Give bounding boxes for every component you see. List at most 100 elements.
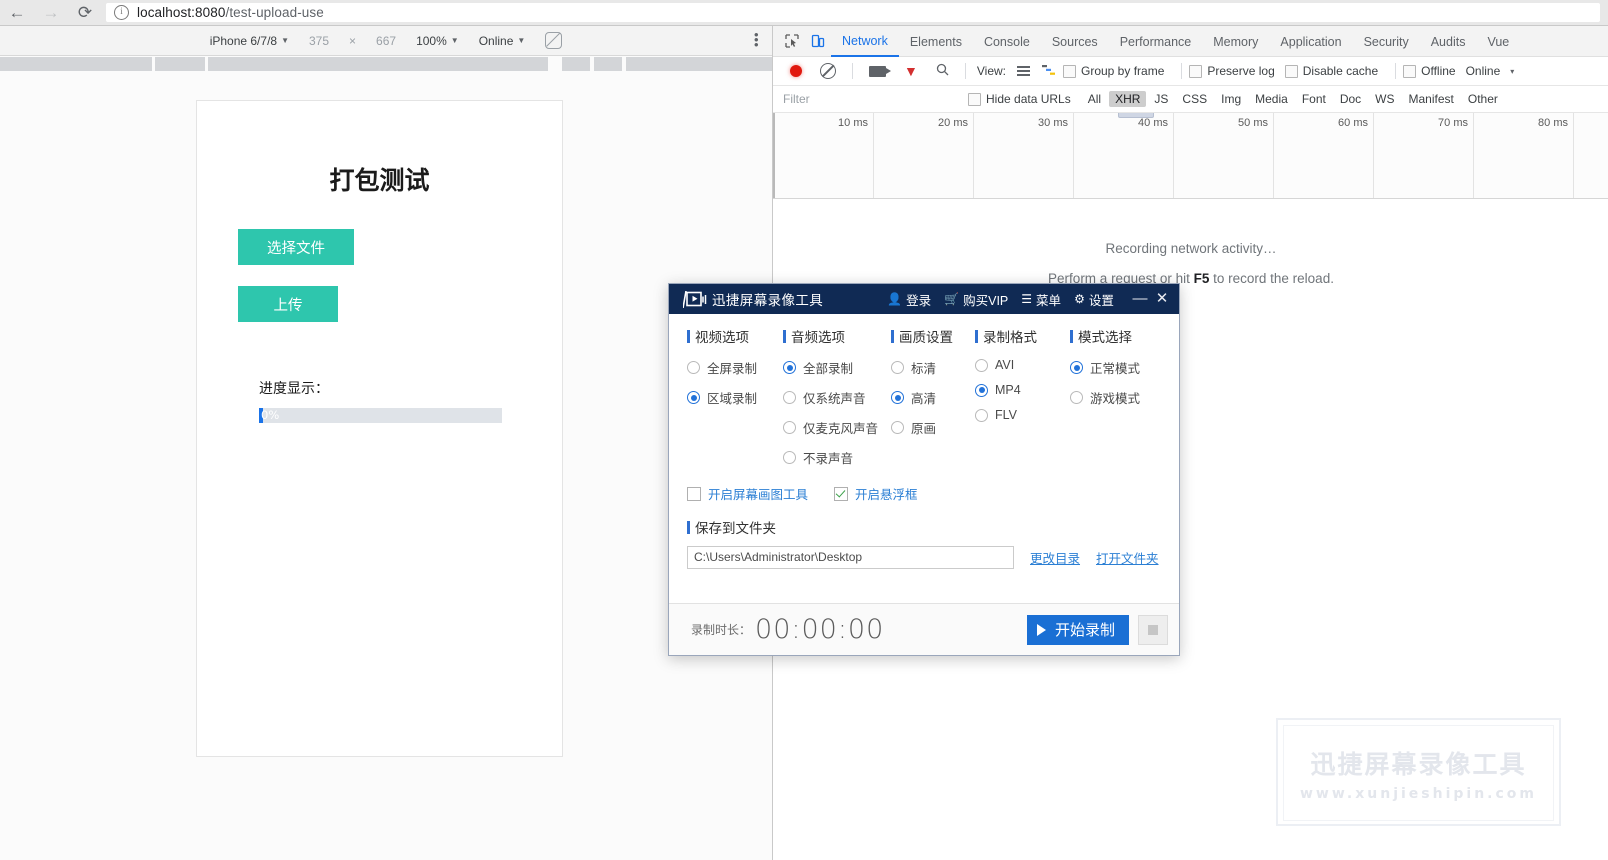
option-format-flv[interactable]: FLV <box>975 408 1070 422</box>
device-width-input[interactable]: 375 <box>309 34 329 48</box>
clear-icon[interactable] <box>820 63 836 79</box>
choose-file-button[interactable]: 选择文件 <box>238 229 354 265</box>
menu-button[interactable]: ☰ 菜单 <box>1021 290 1061 309</box>
preserve-log-checkbox[interactable]: Preserve log <box>1189 64 1275 78</box>
tab-memory[interactable]: Memory <box>1202 27 1269 56</box>
timeline-tick-label: 50 ms <box>1238 117 1268 129</box>
login-label: 登录 <box>906 293 932 308</box>
play-icon <box>1036 623 1046 636</box>
device-height-input[interactable]: 667 <box>376 34 396 48</box>
option-system-audio-only[interactable]: 仅系统声音 <box>783 388 891 407</box>
page-info-icon[interactable]: i <box>114 5 129 20</box>
open-folder-link[interactable]: 打开文件夹 <box>1096 548 1159 567</box>
tab-security[interactable]: Security <box>1353 27 1420 56</box>
group-by-frame-checkbox[interactable]: Group by frame <box>1063 64 1164 78</box>
record-icon[interactable] <box>790 65 802 77</box>
filter-type-xhr[interactable]: XHR <box>1109 91 1147 107</box>
settings-button[interactable]: ⚙ 设置 <box>1074 290 1114 309</box>
option-label: 仅麦克风声音 <box>803 422 879 436</box>
option-record-all-audio[interactable]: 全部录制 <box>783 358 891 377</box>
radio-button <box>783 391 796 404</box>
times-symbol: × <box>349 33 357 48</box>
option-standard-quality[interactable]: 标清 <box>891 358 975 377</box>
hide-data-urls-checkbox[interactable]: Hide data URLs <box>968 92 1071 106</box>
radio-button <box>891 391 904 404</box>
option-game-mode[interactable]: 游戏模式 <box>1070 388 1140 407</box>
start-recording-button[interactable]: 开始录制 <box>1026 614 1129 645</box>
tab-elements[interactable]: Elements <box>899 27 973 56</box>
waterfall-view-icon[interactable] <box>1042 64 1056 79</box>
inspect-element-icon[interactable] <box>779 28 805 54</box>
disable-cache-label: Disable cache <box>1302 64 1379 78</box>
filter-type-img[interactable]: Img <box>1215 91 1247 107</box>
timeline-tick-label: 70 ms <box>1438 117 1468 129</box>
filter-type-css[interactable]: CSS <box>1176 91 1213 107</box>
filter-input[interactable]: Filter <box>783 92 968 106</box>
tab-application[interactable]: Application <box>1269 27 1352 56</box>
tab-sources[interactable]: Sources <box>1041 27 1109 56</box>
tab-vue[interactable]: Vue <box>1476 27 1520 56</box>
throttling-selector[interactable]: Online ▾ <box>1466 64 1525 78</box>
zoom-selector[interactable]: 100% ▼ <box>416 34 459 48</box>
network-overview-timeline[interactable]: 10 ms 20 ms 30 ms 40 ms 50 ms 60 ms 70 m… <box>773 113 1608 199</box>
offline-label: Offline <box>1421 64 1456 78</box>
device-selector[interactable]: iPhone 6/7/8 ▼ <box>210 34 289 48</box>
throttle-value: Online <box>478 33 514 48</box>
dimension-separator: × <box>349 34 356 48</box>
filter-type-doc[interactable]: Doc <box>1334 91 1367 107</box>
rotate-icon[interactable] <box>545 32 563 49</box>
option-region-record[interactable]: 区域录制 <box>687 388 783 407</box>
disable-cache-checkbox[interactable]: Disable cache <box>1284 64 1379 78</box>
url-host: localhost:8080 <box>137 5 226 20</box>
tab-console[interactable]: Console <box>973 27 1041 56</box>
upload-button[interactable]: 上传 <box>238 286 338 322</box>
filter-type-manifest[interactable]: Manifest <box>1403 91 1460 107</box>
stop-recording-button[interactable] <box>1138 614 1168 645</box>
filter-type-js[interactable]: JS <box>1148 91 1174 107</box>
recorder-title-bar[interactable]: 迅捷屏幕录像工具 👤 登录 🛒 购买VIP ☰ 菜单 ⚙ 设置 — ✕ <box>669 284 1179 314</box>
change-directory-link[interactable]: 更改目录 <box>1030 548 1080 567</box>
option-hd-quality[interactable]: 高清 <box>891 388 975 407</box>
page-title: 打包测试 <box>329 166 430 195</box>
search-icon[interactable] <box>936 63 949 79</box>
tab-audits[interactable]: Audits <box>1420 27 1477 56</box>
network-throttle-selector[interactable]: Online ▼ <box>479 34 526 48</box>
kebab-menu-icon[interactable]: • • • <box>754 28 759 51</box>
offline-checkbox[interactable]: Offline <box>1403 64 1456 78</box>
float-box-checkbox[interactable] <box>834 486 849 501</box>
filter-type-all[interactable]: All <box>1082 91 1107 107</box>
radio-button <box>891 361 904 374</box>
group-mode-selection: 模式选择 正常模式 游戏模式 <box>1070 326 1140 478</box>
emulated-viewport: 打包测试 选择文件 上传 进度显示： 0% <box>196 100 563 757</box>
draw-tool-checkbox[interactable] <box>687 486 701 501</box>
option-format-avi[interactable]: AVI <box>975 358 1070 372</box>
filter-funnel-icon[interactable]: ▼ <box>904 64 918 78</box>
list-view-icon[interactable] <box>1017 66 1030 76</box>
filter-type-ws[interactable]: WS <box>1369 91 1400 107</box>
filter-type-font[interactable]: Font <box>1296 91 1332 107</box>
option-microphone-only[interactable]: 仅麦克风声音 <box>783 418 891 437</box>
address-bar[interactable]: i localhost:8080/test-upload-use <box>106 3 1600 22</box>
tab-performance[interactable]: Performance <box>1109 27 1203 56</box>
network-toolbar: ▼ View: Group by frame Preserve log Disa… <box>773 57 1608 86</box>
tab-network[interactable]: Network <box>831 26 899 57</box>
option-original-quality[interactable]: 原画 <box>891 418 975 437</box>
option-normal-mode[interactable]: 正常模式 <box>1070 358 1140 377</box>
option-format-mp4[interactable]: MP4 <box>975 383 1070 397</box>
minimize-button[interactable]: — <box>1129 284 1151 314</box>
filter-type-other[interactable]: Other <box>1462 91 1504 107</box>
toggle-device-toolbar-icon[interactable] <box>805 28 831 54</box>
reload-icon[interactable]: ⟳ <box>68 0 102 25</box>
progress-label: 进度显示： <box>259 381 329 397</box>
watermark-inner: 迅捷屏幕录像工具 www.xunjieshipin.com <box>1283 725 1554 821</box>
login-button[interactable]: 👤 登录 <box>887 290 931 309</box>
close-button[interactable]: ✕ <box>1151 284 1173 314</box>
option-no-audio[interactable]: 不录声音 <box>783 448 891 467</box>
option-fullscreen-record[interactable]: 全屏录制 <box>687 358 783 377</box>
camera-icon[interactable] <box>869 65 891 77</box>
buy-vip-button[interactable]: 🛒 购买VIP <box>944 290 1008 309</box>
back-icon[interactable]: ← <box>0 0 34 25</box>
filter-type-media[interactable]: Media <box>1249 91 1294 107</box>
group-video-options: 视频选项 全屏录制 区域录制 <box>687 326 783 478</box>
save-folder-input[interactable]: C:\Users\Administrator\Desktop <box>687 546 1014 569</box>
